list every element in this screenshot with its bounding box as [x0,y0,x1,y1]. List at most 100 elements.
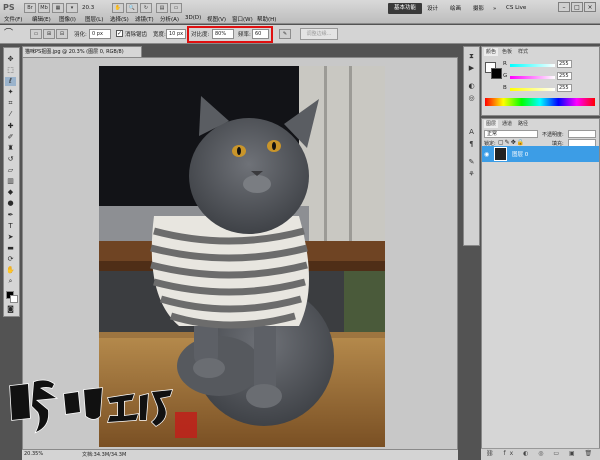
eraser-tool-icon[interactable]: ▱ [5,166,16,175]
workspace-photography-button[interactable]: 摄影 [473,4,484,14]
layers-panel [481,118,600,460]
channel-b-label: B [503,85,507,91]
menu-file[interactable]: 文件(F) [4,15,22,24]
color-background-swatch[interactable] [491,68,502,79]
menu-filter[interactable]: 滤镜(T) [135,15,154,24]
channel-g-label: G [503,73,508,79]
antialias-checkbox[interactable]: ✓ [116,30,123,37]
dodge-tool-icon[interactable]: ● [5,199,16,208]
document-tab[interactable]: 猫咪PS抠图.jpg @ 20.3% (图层 0, RGB/8) [22,46,142,57]
menu-analysis[interactable]: 分析(A) [160,15,179,24]
subtract-selection-icon[interactable]: ⊟ [56,29,68,39]
channel-g-slider[interactable] [510,76,555,79]
channel-r-label: R [503,61,507,67]
blur-tool-icon[interactable]: ◆ [5,188,16,197]
magnetic-lasso-preset-icon[interactable]: ⌒ [4,28,18,41]
channel-b-value[interactable]: 255 [557,84,572,92]
channel-r-value[interactable]: 255 [557,60,572,68]
menu-3d[interactable]: 3D(D) [185,15,201,24]
opacity-input[interactable] [568,130,596,138]
lasso-tool-icon[interactable]: ℓ [5,77,16,86]
background-color-swatch[interactable] [10,295,18,303]
channel-b-slider[interactable] [510,88,555,91]
color-spectrum-bar[interactable] [485,98,595,106]
healing-brush-icon[interactable]: ✚ [5,122,16,131]
tab-channels[interactable]: 通道 [502,120,512,128]
menu-help[interactable]: 帮助(H) [257,15,276,24]
menu-edit[interactable]: 编辑(E) [32,15,51,24]
gradient-tool-icon[interactable]: ▥ [5,177,16,186]
crop-tool-icon[interactable]: ⌗ [5,99,16,108]
watermark-seal-stamp [175,412,197,438]
marquee-tool-icon[interactable]: ⬚ [5,66,16,75]
maximize-icon[interactable]: □ [571,2,583,12]
add-selection-icon[interactable]: ⊞ [43,29,55,39]
screen-mode-icon[interactable]: ▭ [170,3,182,13]
masks-panel-icon[interactable]: ◎ [467,94,476,103]
lock-options-icon[interactable]: ▢✎✥🔒 [498,139,525,146]
move-tool-icon[interactable]: ✥ [5,55,16,64]
actions-panel-icon[interactable]: ▶ [467,64,476,73]
channel-g-value[interactable]: 255 [557,72,572,80]
menu-image[interactable]: 图像(I) [59,15,76,24]
tab-layers[interactable]: 图层 [484,120,499,128]
workspace-design-button[interactable]: 设计 [427,4,438,14]
layer-footer-icons[interactable]: ⛓ fx ◐ ◎ ▭ ▣ 🗑 [486,450,596,457]
minibridge-icon[interactable]: Mb [38,3,50,13]
pen-tool-icon[interactable]: ✒ [5,211,16,220]
path-selection-icon[interactable]: ➤ [5,233,16,242]
hand-tool-icon[interactable]: ✋ [112,3,124,13]
status-doc-size: 文档:34.3M/34.3M [82,452,127,458]
clone-stamp-icon[interactable]: ♜ [5,144,16,153]
menu-layer[interactable]: 图层(L) [85,15,103,24]
quick-mask-icon[interactable]: ◙ [5,305,16,314]
menu-view[interactable]: 视图(V) [207,15,226,24]
brush-tool-icon[interactable]: ✐ [5,133,16,142]
highlight-annotation-box [187,26,273,43]
visibility-eye-icon[interactable]: ◉ [484,151,489,158]
bridge-icon[interactable]: Br [24,3,36,13]
adjustments-panel-icon[interactable]: ◐ [467,82,476,91]
layer-thumbnail[interactable] [494,147,507,161]
tablet-pressure-icon[interactable]: ✎ [279,29,291,39]
feather-input[interactable]: 0 px [89,29,111,39]
zoom-tool-icon[interactable]: ⌕ [5,277,16,286]
hand-tool-icon[interactable]: ✋ [5,266,16,275]
zoom-dropdown-icon[interactable]: ▾ [66,3,78,13]
close-icon[interactable]: × [584,2,596,12]
channel-r-slider[interactable] [510,64,555,67]
status-zoom[interactable]: 20.35% [24,451,43,457]
paragraph-panel-icon[interactable]: ¶ [467,140,476,149]
3d-rotate-icon[interactable]: ⟳ [5,255,16,264]
quick-selection-tool-icon[interactable]: ✦ [5,88,16,97]
clone-source-panel-icon[interactable]: ⚘ [467,170,476,179]
guides-icon[interactable]: ▦ [52,3,64,13]
arrange-documents-icon[interactable]: ▤ [156,3,168,13]
width-input[interactable]: 10 px [166,29,186,39]
menu-select[interactable]: 选择(S) [110,15,129,24]
type-tool-icon[interactable]: T [5,222,16,231]
cs-live-button[interactable]: CS Live [506,3,550,14]
shape-tool-icon[interactable]: ▬ [5,244,16,253]
zoom-tool-icon[interactable]: 🔍 [126,3,138,13]
tab-styles[interactable]: 样式 [518,48,528,56]
zoom-level[interactable]: 20.3 [82,3,110,13]
menu-window[interactable]: 窗口(W) [232,15,253,24]
layer-name[interactable]: 图层 0 [512,150,528,158]
history-brush-icon[interactable]: ↺ [5,155,16,164]
brush-panel-icon[interactable]: ✎ [467,158,476,167]
blend-mode-select[interactable]: 正常 [484,130,538,138]
tab-color[interactable]: 颜色 [484,48,499,56]
new-selection-icon[interactable]: ▭ [30,29,42,39]
workspace-essentials-button[interactable]: 基本功能 [388,3,422,14]
rotate-view-icon[interactable]: ↻ [140,3,152,13]
tab-paths[interactable]: 路径 [518,120,528,128]
eyedropper-tool-icon[interactable]: ⁄ [5,110,16,119]
history-panel-icon[interactable]: ⧗ [467,52,476,61]
workspace-painting-button[interactable]: 绘画 [450,4,461,14]
minimize-icon[interactable]: – [558,2,570,12]
tab-swatches[interactable]: 色板 [502,48,512,56]
workspace-more-icon[interactable]: » [493,4,496,14]
character-panel-icon[interactable]: A [467,128,476,137]
refine-edge-button[interactable]: 调整边缘... [300,28,338,40]
